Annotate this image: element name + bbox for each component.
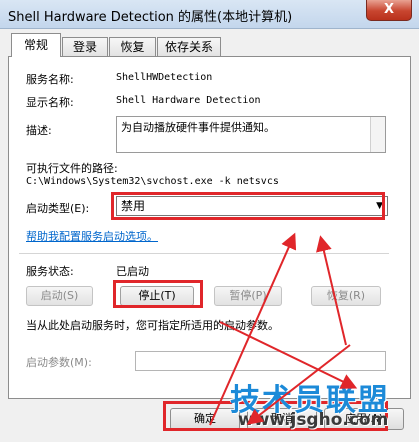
status-label: 服务状态:: [26, 265, 74, 278]
tab-dependencies[interactable]: 依存关系: [157, 37, 221, 56]
exec-path-value: C:\Windows\System32\svchost.exe -k netsv…: [26, 176, 279, 187]
start-params-hint: 当从此处启动服务时，您可指定所适用的启动参数。: [26, 319, 279, 332]
general-panel: 服务名称: ShellHWDetection 显示名称: Shell Hardw…: [8, 56, 411, 399]
description-box[interactable]: 为自动播放硬件事件提供通知。: [116, 116, 386, 153]
description-text: 为自动播放硬件事件提供通知。: [121, 121, 275, 134]
start-params-input[interactable]: [135, 351, 386, 371]
description-label: 描述:: [26, 124, 52, 137]
display-name-label: 显示名称:: [26, 96, 74, 109]
exec-path-label: 可执行文件的路径:: [26, 162, 118, 175]
resume-button[interactable]: 恢复(R): [311, 286, 381, 306]
service-name-value: ShellHWDetection: [116, 72, 213, 83]
help-link[interactable]: 帮助我配置服务启动选项。: [26, 228, 158, 244]
pause-button[interactable]: 暂停(P): [214, 286, 282, 306]
chevron-down-icon: ▼: [376, 201, 383, 211]
startup-type-label: 启动类型(E):: [26, 202, 90, 215]
window-title: Shell Hardware Detection 的属性(本地计算机): [8, 10, 293, 25]
display-name-value: Shell Hardware Detection: [116, 95, 261, 106]
start-params-label: 启动参数(M):: [26, 356, 92, 369]
separator: [19, 253, 389, 254]
close-button[interactable]: X: [366, 0, 412, 21]
status-value: 已启动: [116, 265, 149, 278]
service-name-label: 服务名称:: [26, 73, 74, 86]
description-scrollbar[interactable]: [370, 117, 385, 152]
watermark-url: www.jsgho.com: [238, 410, 389, 430]
title-bar: Shell Hardware Detection 的属性(本地计算机) X: [0, 0, 419, 29]
tab-recovery[interactable]: 恢复: [109, 37, 156, 56]
tab-general[interactable]: 常规: [11, 33, 61, 57]
stop-button[interactable]: 停止(T): [120, 286, 194, 306]
startup-type-value: 禁用: [121, 199, 146, 213]
start-button[interactable]: 启动(S): [26, 286, 93, 306]
tab-logon[interactable]: 登录: [62, 37, 108, 56]
startup-type-select[interactable]: 禁用 ▼: [116, 196, 388, 216]
